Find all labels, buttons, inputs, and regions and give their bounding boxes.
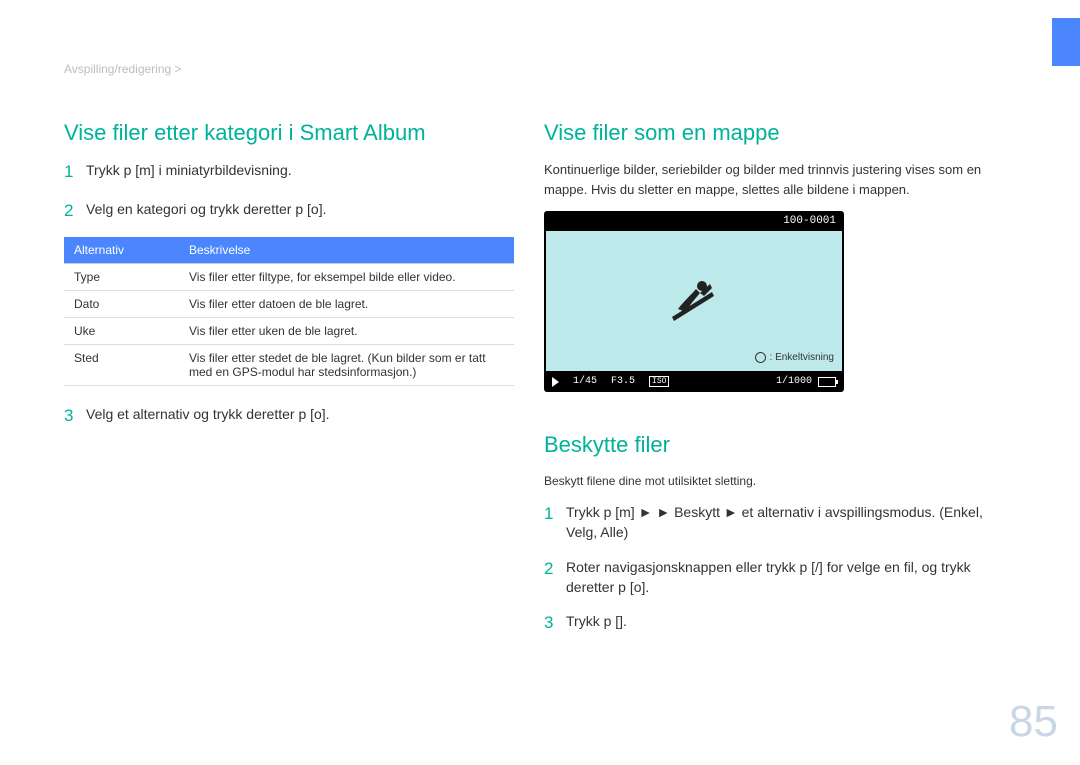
options-table: Alternativ Beskrivelse Type Vis ﬁler ett… xyxy=(64,237,514,386)
step-text: Trykk p [m] i miniatyrbildevisning. xyxy=(86,160,514,180)
single-view-hint: : Enkeltvisning xyxy=(755,352,834,363)
step-number: 1 xyxy=(64,160,86,185)
step-number: 2 xyxy=(544,557,566,582)
step-number: 1 xyxy=(544,502,566,527)
table-cell: Vis ﬁler etter ﬁltype, for eksempel bild… xyxy=(179,264,514,291)
step-number: 3 xyxy=(544,611,566,636)
iso-badge: ISO xyxy=(649,376,669,387)
step-text: Velg en kategori og trykk deretter p [o]… xyxy=(86,199,514,219)
table-row: Type Vis ﬁler etter ﬁltype, for eksempel… xyxy=(64,264,514,291)
page-number: 85 xyxy=(1009,697,1058,747)
table-cell: Sted xyxy=(64,345,179,386)
hint-text: : Enkeltvisning xyxy=(770,352,834,363)
table-row: Sted Vis ﬁler etter stedet de ble lagret… xyxy=(64,345,514,386)
circle-button-icon xyxy=(755,352,766,363)
shutter-value: 1/1000 xyxy=(776,376,812,387)
snowboarder-icon xyxy=(664,276,724,326)
table-row: Dato Vis ﬁler etter datoen de ble lagret… xyxy=(64,291,514,318)
fstop-value: F3.5 xyxy=(611,376,635,387)
table-header-beskrivelse: Beskrivelse xyxy=(179,237,514,264)
file-id: 100-0001 xyxy=(783,215,836,227)
table-cell: Uke xyxy=(64,318,179,345)
camera-bottom-bar: 1/45 F3.5 ISO 1/1000 xyxy=(544,371,844,392)
heading-folder-view: Vise ﬁler som en mappe xyxy=(544,120,1014,146)
step-number: 2 xyxy=(64,199,86,224)
step-number: 3 xyxy=(64,404,86,429)
camera-image-area: : Enkeltvisning xyxy=(544,231,844,371)
table-cell: Vis ﬁler etter uken de ble lagret. xyxy=(179,318,514,345)
heading-smart-album: Vise ﬁler etter kategori i Smart Album xyxy=(64,120,514,146)
section-color-tab xyxy=(1052,18,1080,66)
protect-step-3: 3 Trykk p []. xyxy=(544,611,1014,636)
step-2: 2 Velg en kategori og trykk deretter p [… xyxy=(64,199,514,224)
step-text: Trykk p [m] ► ► Beskytt ► et alternativ … xyxy=(566,502,1014,543)
battery-icon xyxy=(818,377,836,387)
table-cell: Vis ﬁler etter stedet de ble lagret. (Ku… xyxy=(179,345,514,386)
breadcrumb: Avspilling/redigering > xyxy=(64,62,182,76)
step-1: 1 Trykk p [m] i miniatyrbildevisning. xyxy=(64,160,514,185)
protect-section: Beskytte ﬁler Beskytt ﬁlene dine mot uti… xyxy=(544,432,1014,636)
right-column: Vise ﬁler som en mappe Kontinuerlige bil… xyxy=(544,120,1014,650)
table-cell: Type xyxy=(64,264,179,291)
table-row: Uke Vis ﬁler etter uken de ble lagret. xyxy=(64,318,514,345)
step-text: Roter navigasjonsknappen eller trykk p [… xyxy=(566,557,1014,598)
protect-description: Beskytt ﬁlene dine mot utilsiktet sletti… xyxy=(544,472,1014,490)
folder-description: Kontinuerlige bilder, seriebilder og bil… xyxy=(544,160,1014,199)
table-cell: Vis ﬁler etter datoen de ble lagret. xyxy=(179,291,514,318)
camera-preview: 100-0001 : Enkeltvisning 1/45 F3.5 ISO 1… xyxy=(544,211,844,392)
play-icon xyxy=(552,377,559,387)
table-header-alternativ: Alternativ xyxy=(64,237,179,264)
heading-protect: Beskytte ﬁler xyxy=(544,432,1014,458)
protect-step-1: 1 Trykk p [m] ► ► Beskytt ► et alternati… xyxy=(544,502,1014,543)
left-column: Vise ﬁler etter kategori i Smart Album 1… xyxy=(64,120,514,443)
camera-top-bar: 100-0001 xyxy=(544,211,844,231)
table-cell: Dato xyxy=(64,291,179,318)
step-text: Velg et alternativ og trykk deretter p [… xyxy=(86,404,514,424)
image-counter: 1/45 xyxy=(573,376,597,387)
protect-step-2: 2 Roter navigasjonsknappen eller trykk p… xyxy=(544,557,1014,598)
step-3: 3 Velg et alternativ og trykk deretter p… xyxy=(64,404,514,429)
step-text: Trykk p []. xyxy=(566,611,1014,631)
